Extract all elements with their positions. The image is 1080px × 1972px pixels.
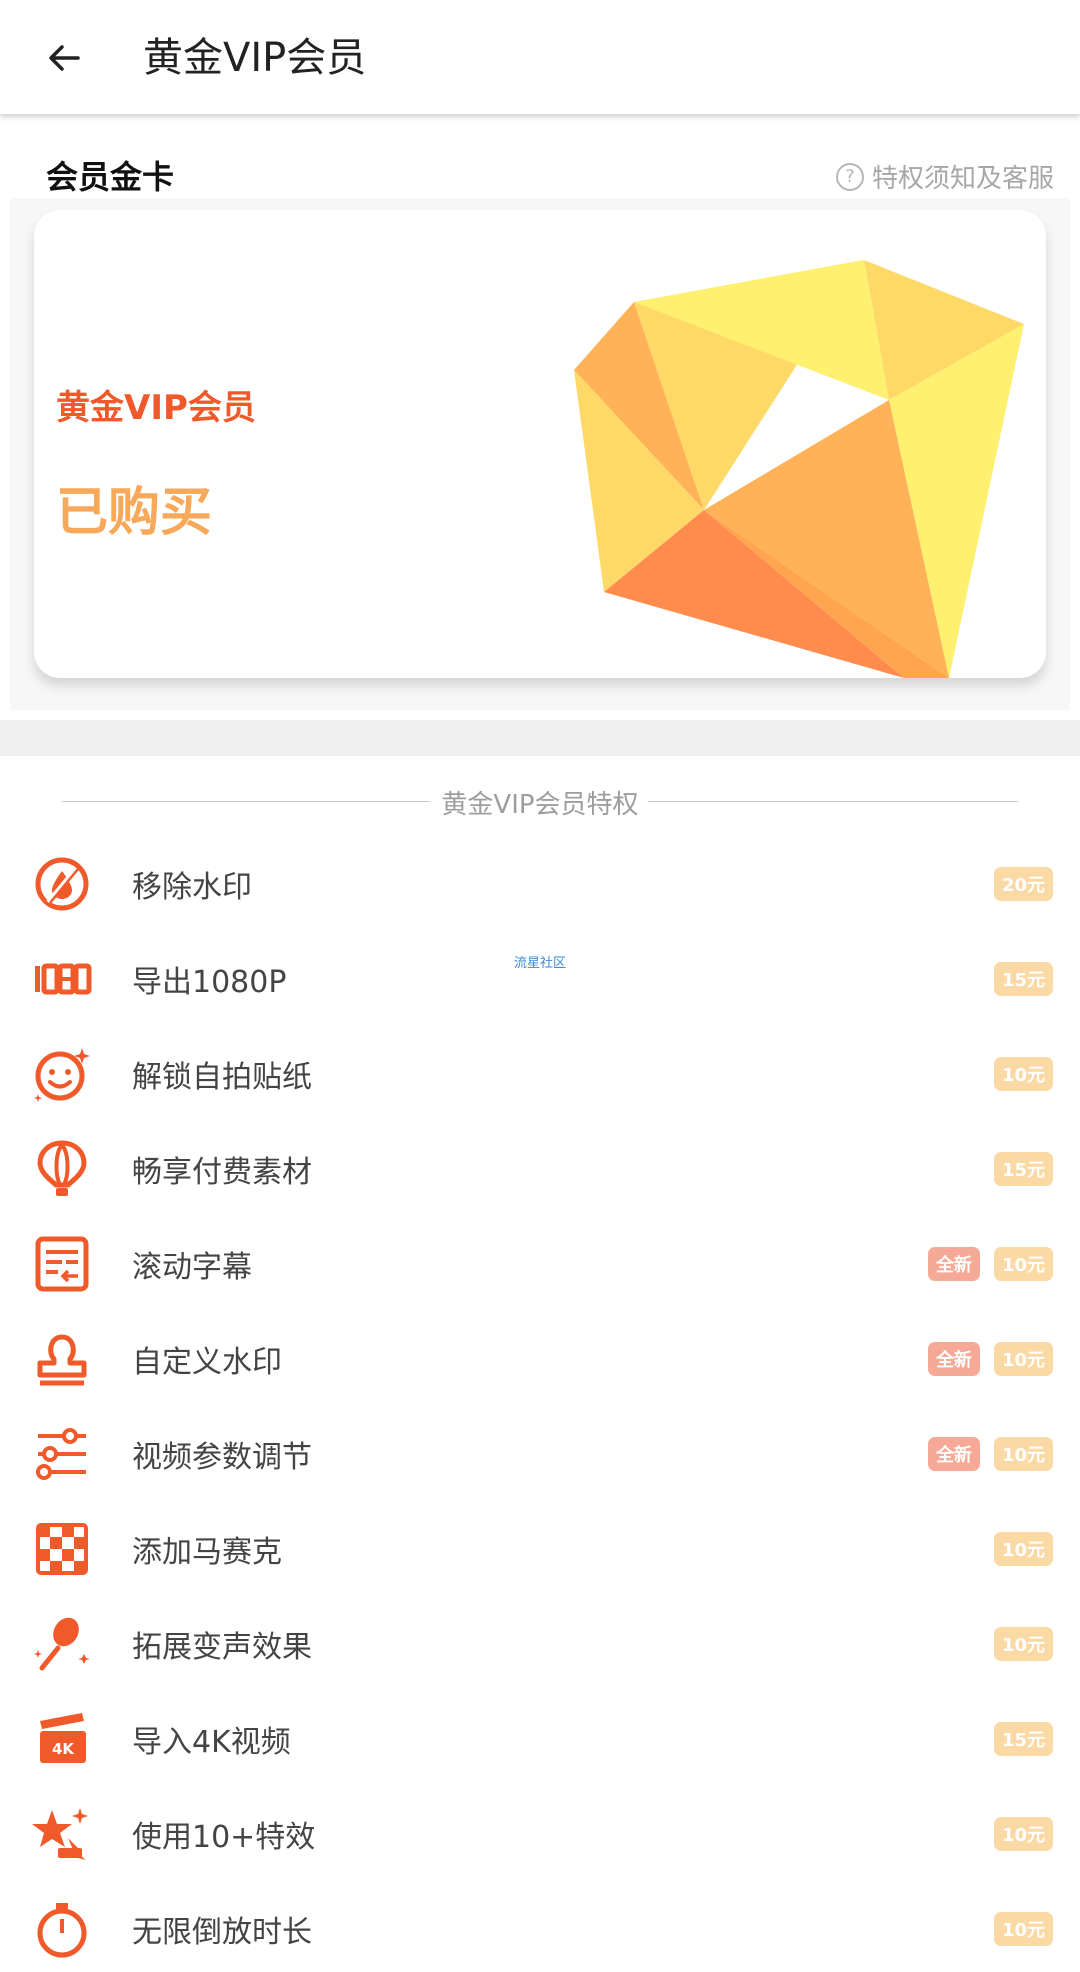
perk-label: 无限倒放时长 <box>132 1915 312 1950</box>
perk-label: 滚动字幕 <box>132 1250 252 1285</box>
export-1080-icon <box>35 963 92 995</box>
card-container: 黄金VIP会员 已购买 <box>10 198 1070 710</box>
price-badge: 10元 <box>993 1437 1053 1471</box>
question-icon: ? <box>835 162 864 191</box>
perk-label: 导入4K视频 <box>132 1725 291 1760</box>
sliders-icon <box>36 1428 86 1480</box>
arrow-left-icon <box>49 45 80 71</box>
perk-item-paid-assets[interactable]: 畅享付费素材 15元 <box>0 1117 1080 1212</box>
perk-label: 畅享付费素材 <box>132 1155 312 1190</box>
timer-icon <box>37 1903 87 1958</box>
price-badge: 10元 <box>993 1247 1053 1281</box>
perk-item-effects[interactable]: 使用10+特效 10元 <box>0 1782 1080 1877</box>
microphone-icon <box>34 1617 90 1671</box>
price-badge: 15元 <box>993 1152 1053 1186</box>
member-card-section: 会员金卡 ? 特权须知及客服 黄金VIP会员 已购买 <box>0 114 1080 720</box>
new-badge: 全新 <box>927 1342 980 1376</box>
svg-text:4K: 4K <box>52 1740 75 1758</box>
perk-item-scrolling-subtitle[interactable]: 滚动字幕 全新 10元 <box>0 1212 1080 1307</box>
price-badge: 10元 <box>993 1627 1053 1661</box>
help-link[interactable]: ? 特权须知及客服 <box>835 158 1054 195</box>
vip-card[interactable]: 黄金VIP会员 已购买 <box>34 210 1046 678</box>
perk-label: 添加马赛克 <box>132 1535 282 1570</box>
watermark-text: 流星社区 <box>514 956 567 971</box>
selfie-sticker-icon <box>34 1048 90 1102</box>
diamond-icon <box>574 260 1024 678</box>
new-badge: 全新 <box>927 1247 980 1281</box>
stamp-icon <box>37 1334 87 1386</box>
price-badge: 15元 <box>993 962 1053 996</box>
mosaic-icon <box>36 1523 88 1575</box>
perk-item-import-4k[interactable]: 4K 导入4K视频 15元 <box>0 1687 1080 1782</box>
perk-item-custom-watermark[interactable]: 自定义水印 全新 10元 <box>0 1307 1080 1402</box>
perks-title: 黄金VIP会员特权 <box>441 790 639 820</box>
app-bar: 黄金VIP会员 <box>0 0 1080 114</box>
perk-item-mosaic[interactable]: 添加马赛克 10元 <box>0 1497 1080 1592</box>
card-status: 已购买 <box>56 483 213 543</box>
hot-air-balloon-icon <box>37 1140 87 1196</box>
no-watermark-icon <box>35 857 89 911</box>
perk-item-voice-effects[interactable]: 拓展变声效果 10元 <box>0 1592 1080 1687</box>
help-link-label: 特权须知及客服 <box>871 164 1054 194</box>
perk-item-unlimited-reverse[interactable]: 无限倒放时长 10元 <box>0 1877 1080 1972</box>
card-name: 黄金VIP会员 <box>56 388 256 428</box>
perk-label: 移除水印 <box>132 870 252 905</box>
perk-item-video-params[interactable]: 视频参数调节 全新 10元 <box>0 1402 1080 1497</box>
section-divider <box>0 720 1080 756</box>
scrolling-subtitle-icon <box>35 1236 89 1292</box>
section-title: 会员金卡 <box>46 158 175 196</box>
perk-label: 导出1080P <box>132 965 287 1000</box>
star-effect-icon <box>32 1808 88 1860</box>
price-badge: 10元 <box>993 1057 1053 1091</box>
perk-label: 视频参数调节 <box>132 1440 312 1475</box>
price-badge: 10元 <box>993 1342 1053 1376</box>
back-button[interactable] <box>36 30 92 86</box>
perk-label: 使用10+特效 <box>132 1820 316 1855</box>
price-badge: 10元 <box>993 1817 1053 1851</box>
price-badge: 20元 <box>993 867 1053 901</box>
new-badge: 全新 <box>927 1437 980 1471</box>
perk-label: 解锁自拍贴纸 <box>132 1060 312 1095</box>
price-badge: 10元 <box>993 1532 1053 1566</box>
perk-item-no-watermark[interactable]: 移除水印 20元 <box>0 832 1080 927</box>
perks-header-line-right <box>648 801 1018 802</box>
page-title: 黄金VIP会员 <box>143 35 367 81</box>
perk-label: 拓展变声效果 <box>132 1630 312 1665</box>
price-badge: 15元 <box>993 1722 1053 1756</box>
perk-item-export-1080p[interactable]: 导出1080P 15元 <box>0 927 1080 1022</box>
clapperboard-4k-icon: 4K <box>40 1713 86 1763</box>
price-badge: 10元 <box>993 1912 1053 1946</box>
perk-label: 自定义水印 <box>132 1345 282 1380</box>
perk-item-selfie-sticker[interactable]: 解锁自拍贴纸 10元 <box>0 1022 1080 1117</box>
